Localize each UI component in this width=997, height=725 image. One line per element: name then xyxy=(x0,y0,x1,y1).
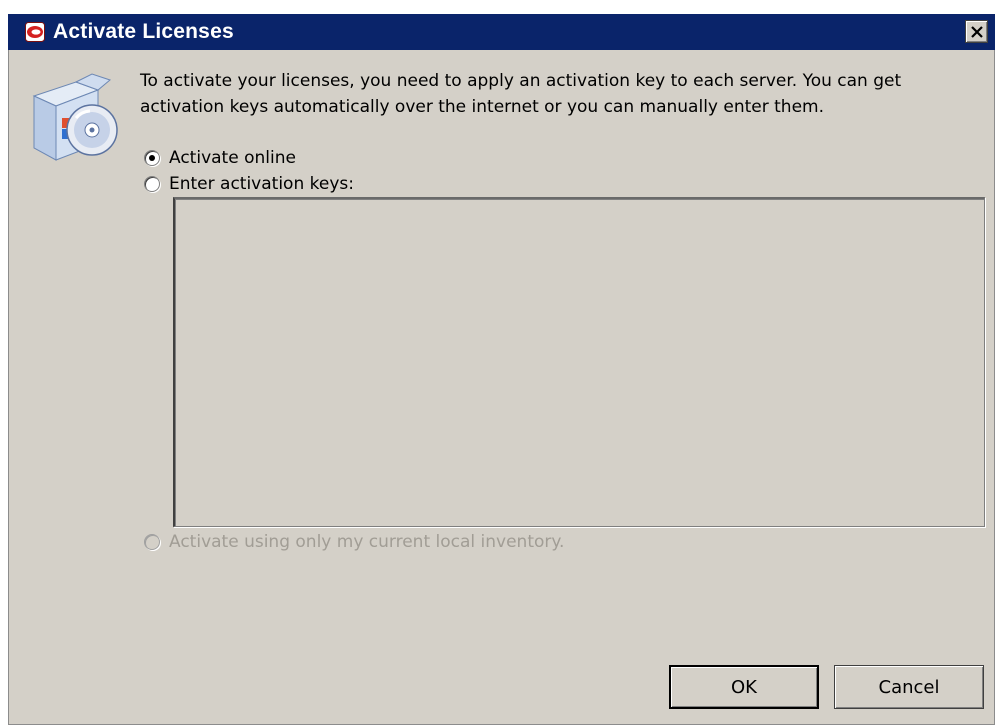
radio-enter-keys[interactable]: Enter activation keys: xyxy=(144,172,354,196)
radio-activate-online[interactable]: Activate online xyxy=(144,146,296,170)
title-bar[interactable]: Activate Licenses xyxy=(8,14,995,50)
radio-label: Enter activation keys: xyxy=(169,174,354,194)
close-button[interactable] xyxy=(965,20,988,43)
activation-keys-input[interactable] xyxy=(173,197,985,527)
radio-button-selected[interactable] xyxy=(144,150,160,166)
radio-local-inventory: Activate using only my current local inv… xyxy=(144,530,564,554)
software-install-cd-icon xyxy=(26,68,126,164)
radio-button-disabled xyxy=(144,534,160,550)
ok-button[interactable]: OK xyxy=(669,665,819,709)
app-logo-icon xyxy=(25,22,45,42)
cancel-button[interactable]: Cancel xyxy=(834,665,984,709)
window-title: Activate Licenses xyxy=(53,20,234,43)
radio-label: Activate online xyxy=(169,148,296,168)
radio-label: Activate using only my current local inv… xyxy=(169,532,565,552)
intro-text: To activate your licenses, you need to a… xyxy=(140,71,902,117)
radio-button[interactable] xyxy=(144,176,160,192)
close-icon xyxy=(971,26,983,38)
